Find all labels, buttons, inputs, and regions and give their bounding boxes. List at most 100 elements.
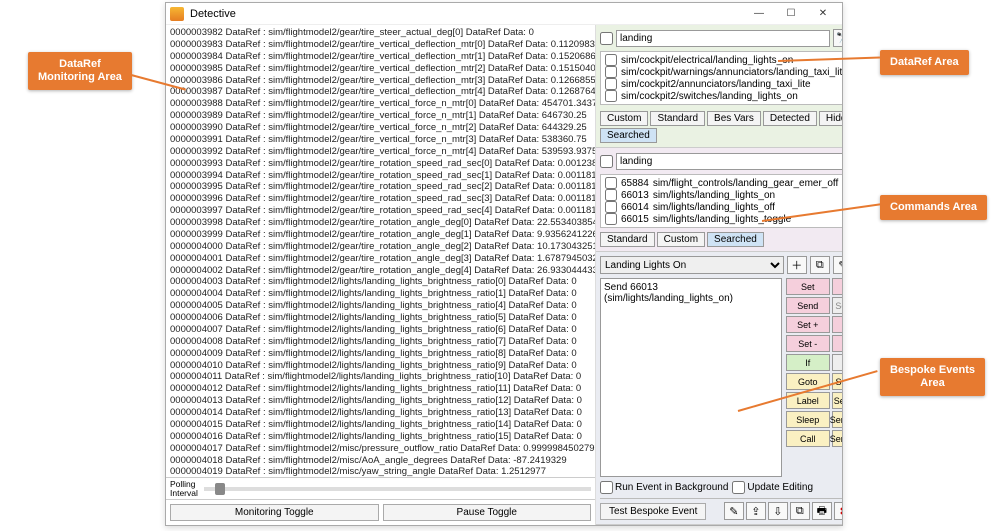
dataref-item-check[interactable] <box>605 78 617 90</box>
command-item-check[interactable] <box>605 201 617 213</box>
copy-event-icon[interactable]: ⧉ <box>810 256 830 274</box>
event-action-button[interactable]: Sleep <box>786 411 830 428</box>
close-button[interactable]: ✕ <box>808 5 838 23</box>
dataref-tab[interactable]: Detected <box>763 111 817 126</box>
dataref-item-check[interactable] <box>605 90 617 102</box>
monitor-row: 0000003987 DataRef : sim/flightmodel2/ge… <box>170 86 591 98</box>
monitor-row: 0000004019 DataRef : sim/flightmodel2/mi… <box>170 466 591 477</box>
monitor-row: 0000004010 DataRef : sim/flightmodel2/li… <box>170 360 591 372</box>
monitor-row: 0000004005 DataRef : sim/flightmodel2/li… <box>170 300 591 312</box>
dataref-check[interactable] <box>600 32 613 45</box>
print-icon[interactable]: 🖶 <box>812 502 832 520</box>
new-event-icon[interactable]: ＋ <box>787 256 807 274</box>
monitor-row: 0000004018 DataRef : sim/flightmodel2/mi… <box>170 455 591 467</box>
event-action-button[interactable]: SendKeyDn <box>832 411 842 428</box>
maximize-button[interactable]: ☐ <box>776 5 806 23</box>
event-action-button[interactable]: Send Var <box>832 297 842 314</box>
event-action-button[interactable]: Set + <box>786 316 830 333</box>
monitor-row: 0000004011 DataRef : sim/flightmodel2/li… <box>170 371 591 383</box>
monitor-row: 0000003994 DataRef : sim/flightmodel2/ge… <box>170 170 591 182</box>
monitor-row: 0000004003 DataRef : sim/flightmodel2/li… <box>170 276 591 288</box>
dataref-item-check[interactable] <box>605 54 617 66</box>
export-event-icon[interactable]: ⇪ <box>746 502 766 520</box>
command-item-id: 66013 <box>621 190 649 201</box>
dataref-search-input[interactable] <box>616 30 830 47</box>
commands-check[interactable] <box>600 155 613 168</box>
duplicate-icon[interactable]: ⧉ <box>790 502 810 520</box>
dataref-tab[interactable]: Bes Vars <box>707 111 761 126</box>
callout-dataref: DataRef Area <box>880 50 969 75</box>
event-action-button[interactable]: If <box>786 354 830 371</box>
commands-tab[interactable]: Custom <box>657 232 705 247</box>
monitor-row: 0000004014 DataRef : sim/flightmodel2/li… <box>170 407 591 419</box>
event-action-button[interactable]: Send <box>786 297 830 314</box>
import-event-icon[interactable]: ⇩ <box>768 502 788 520</box>
pause-toggle-button[interactable]: Pause Toggle <box>383 504 592 521</box>
event-action-button[interactable]: Set <box>786 278 830 295</box>
event-action-button[interactable]: Set * <box>832 316 842 333</box>
commands-list[interactable]: 65884 sim/flight_controls/landing_gear_e… <box>600 174 842 228</box>
run-bg-checkbox[interactable] <box>600 481 613 494</box>
dataref-tabs: CustomStandardBes VarsDetectedHidden Sear… <box>600 111 842 143</box>
event-body-text[interactable]: Send 66013 (sim/lights/landing_lights_on… <box>600 278 782 477</box>
commands-panel: 🔭 65884 sim/flight_controls/landing_gear… <box>596 148 842 252</box>
command-item-id: 66014 <box>621 202 649 213</box>
commands-search-input[interactable] <box>616 153 842 170</box>
monitoring-toggle-button[interactable]: Monitoring Toggle <box>170 504 379 521</box>
command-item[interactable]: 65884 sim/flight_controls/landing_gear_e… <box>603 177 842 189</box>
event-action-button[interactable]: Set / <box>832 335 842 352</box>
dataref-item-check[interactable] <box>605 66 617 78</box>
minimize-button[interactable]: — <box>744 5 774 23</box>
monitor-row: 0000003986 DataRef : sim/flightmodel2/ge… <box>170 75 591 87</box>
command-item[interactable]: 66013 sim/lights/landing_lights_on <box>603 189 842 201</box>
dataref-tab[interactable]: Custom <box>600 111 648 126</box>
dataref-tab[interactable]: Hidden <box>819 111 842 126</box>
event-action-grid: SetSet =SendSend VarSet +Set *Set -Set /… <box>786 278 842 477</box>
command-item[interactable]: 66014 sim/lights/landing_lights_off <box>603 201 842 213</box>
dataref-tab[interactable]: Standard <box>650 111 705 126</box>
dataref-item[interactable]: sim/cockpit2/annunciators/landing_taxi_l… <box>603 78 842 90</box>
event-select[interactable]: Landing Lights On <box>600 256 784 274</box>
events-panel: Landing Lights On ＋ ⧉ ✎ ✖ Send 66013 (si… <box>596 252 842 525</box>
command-item-path: sim/lights/landing_lights_off <box>653 202 775 213</box>
event-action-button[interactable]: If Var <box>832 354 842 371</box>
monitor-row: 0000004002 DataRef : sim/flightmodel2/ge… <box>170 265 591 277</box>
dataref-item-label: sim/cockpit2/annunciators/landing_taxi_l… <box>621 79 811 90</box>
window-title: Detective <box>190 8 744 20</box>
polling-slider[interactable] <box>204 487 591 491</box>
callout-monitor: DataRef Monitoring Area <box>28 52 132 90</box>
command-item-check[interactable] <box>605 177 617 189</box>
monitor-row: 0000003984 DataRef : sim/flightmodel2/ge… <box>170 51 591 63</box>
monitor-row: 0000004013 DataRef : sim/flightmodel2/li… <box>170 395 591 407</box>
polling-label: Polling Interval <box>170 480 198 497</box>
delete-icon[interactable]: ✖ <box>834 502 842 520</box>
monitor-row: 0000004008 DataRef : sim/flightmodel2/li… <box>170 336 591 348</box>
event-action-button[interactable]: Call <box>786 430 830 447</box>
monitor-list[interactable]: 0000003982 DataRef : sim/flightmodel2/ge… <box>166 25 595 477</box>
dataref-item[interactable]: sim/cockpit2/switches/landing_lights_on <box>603 90 842 102</box>
command-item-check[interactable] <box>605 213 617 225</box>
monitor-row: 0000003998 DataRef : sim/flightmodel2/ge… <box>170 217 591 229</box>
event-action-button[interactable]: Set - <box>786 335 830 352</box>
edit-icon[interactable]: ✎ <box>724 502 744 520</box>
commands-tabs: StandardCustomSearched <box>600 232 842 247</box>
command-item-id: 65884 <box>621 178 649 189</box>
monitor-row: 0000004004 DataRef : sim/flightmodel2/li… <box>170 288 591 300</box>
binoculars-icon[interactable]: 🔭 <box>833 29 842 47</box>
command-item-path: sim/lights/landing_lights_on <box>653 190 775 201</box>
dataref-item-label: sim/cockpit/electrical/landing_lights_on <box>621 55 793 66</box>
dataref-tab[interactable]: Searched <box>600 128 657 143</box>
commands-tab[interactable]: Standard <box>600 232 655 247</box>
commands-tab[interactable]: Searched <box>707 232 764 247</box>
event-action-button[interactable]: Set = <box>832 278 842 295</box>
monitor-row: 0000004001 DataRef : sim/flightmodel2/ge… <box>170 253 591 265</box>
dataref-item[interactable]: sim/cockpit/warnings/annunciators/landin… <box>603 66 842 78</box>
command-item-check[interactable] <box>605 189 617 201</box>
monitor-row: 0000004006 DataRef : sim/flightmodel2/li… <box>170 312 591 324</box>
monitor-row: 0000003988 DataRef : sim/flightmodel2/ge… <box>170 98 591 110</box>
update-editing-checkbox[interactable] <box>732 481 745 494</box>
event-action-button[interactable]: SendKeyUp <box>832 430 842 447</box>
test-bespoke-button[interactable]: Test Bespoke Event <box>600 503 706 520</box>
event-action-button[interactable]: SendKey* <box>832 392 842 409</box>
rename-event-icon[interactable]: ✎ <box>833 256 842 274</box>
